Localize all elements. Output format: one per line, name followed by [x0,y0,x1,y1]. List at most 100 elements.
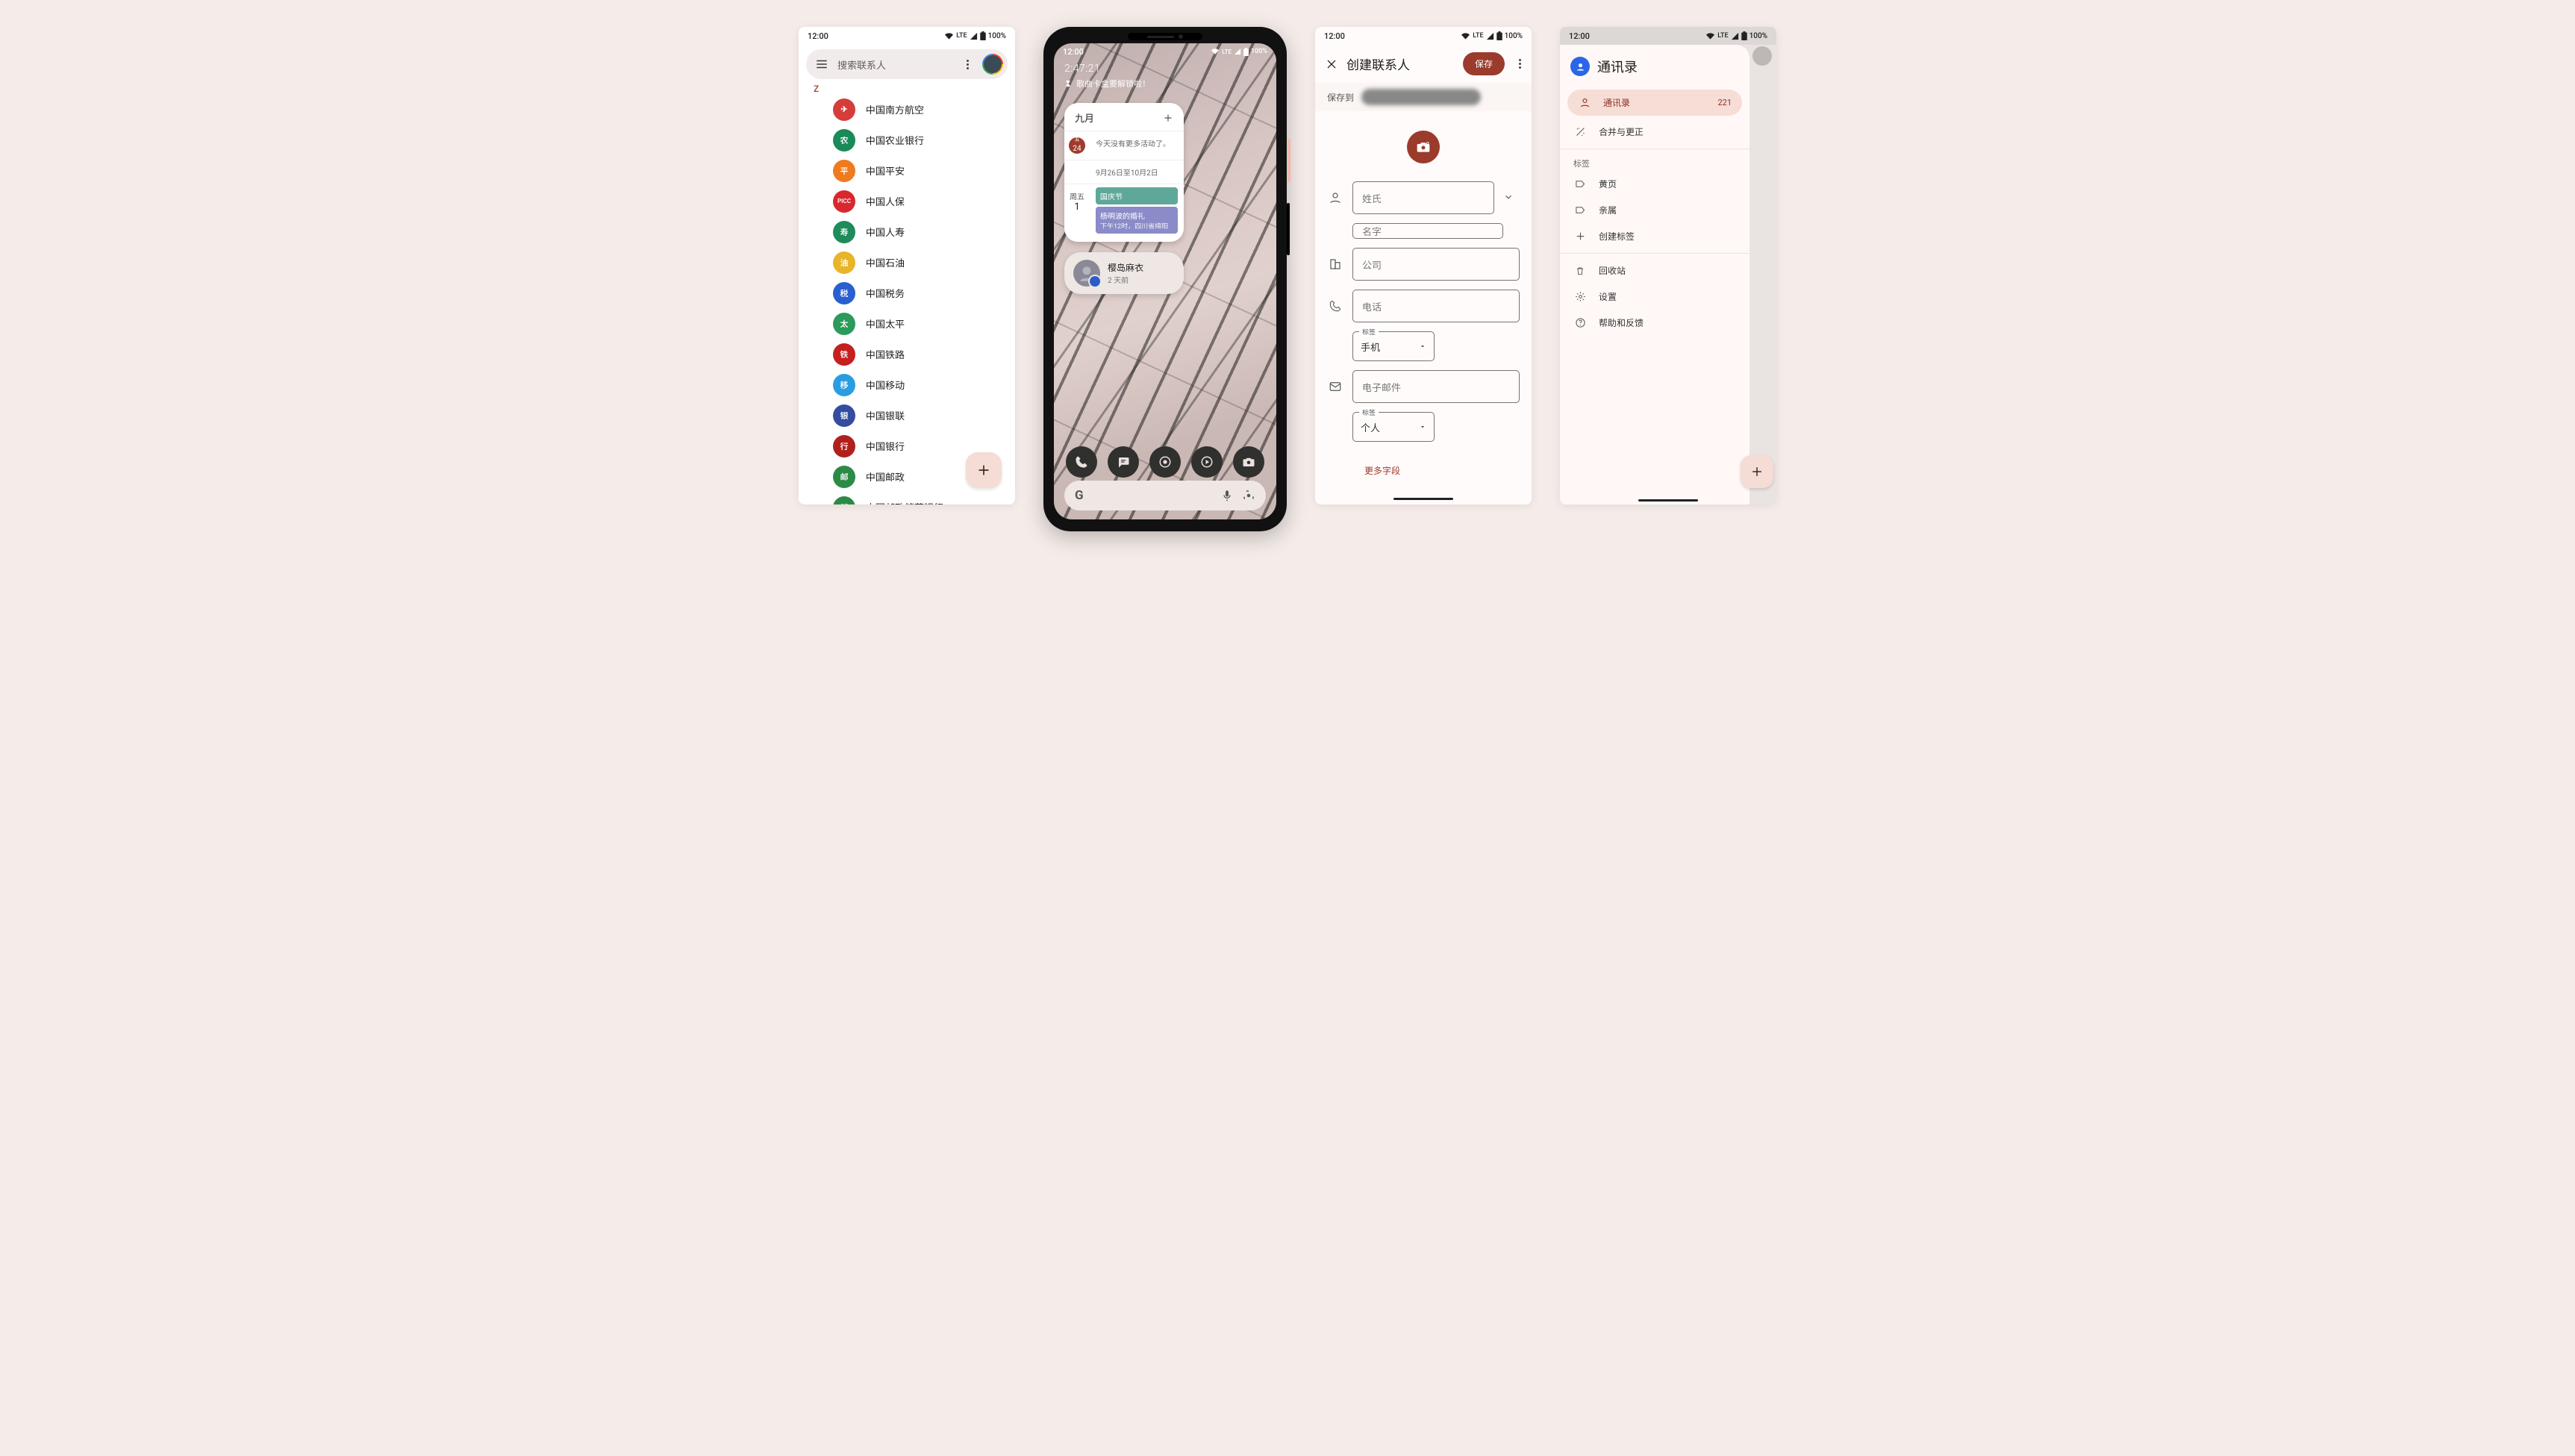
messages-widget[interactable]: 樱岛麻衣 2 天前 [1064,252,1184,294]
phone-field[interactable]: 电话 [1352,290,1520,322]
chrome-app-icon[interactable] [1149,446,1181,478]
account-avatar[interactable] [982,54,1003,75]
contact-row[interactable]: 寿中国人寿 [833,216,1015,247]
calendar-range: 9月26日至10月2日 [1096,160,1184,184]
plus-icon [1575,231,1586,242]
cal-fri-day: 1 [1064,201,1090,213]
save-to-label: 保存到 [1327,91,1354,104]
contact-logo: 银 [833,404,855,427]
contact-row[interactable]: PICC中国人保 [833,186,1015,216]
clock-widget[interactable]: 2:47:21 [1064,63,1266,75]
contact-name: 中国税务 [866,286,905,300]
calendar-month: 九月 [1075,110,1094,125]
more-icon[interactable] [961,60,973,69]
volume-button [1287,203,1290,255]
status-bar: 12:00 LTE 100% [1054,43,1276,60]
more-icon[interactable] [1514,59,1526,69]
phone-label-select[interactable]: 标签 手机 [1352,331,1435,361]
add-contact-fab[interactable] [966,452,1002,488]
plus-icon[interactable] [1163,113,1173,123]
battery-icon [980,31,986,40]
company-field[interactable]: 公司 [1352,248,1520,281]
mic-icon[interactable] [1221,490,1233,502]
signal-icon [1234,48,1241,55]
contact-name: 中国银行 [866,439,905,453]
drawer-row-merge[interactable]: 合并与更正 [1560,119,1750,145]
camera-app-icon[interactable] [1233,446,1264,478]
countdown-text: 歌曲卡盒要解锁啦！ [1076,78,1150,90]
email-field[interactable]: 电子邮件 [1352,370,1520,403]
contact-row[interactable]: 移中国移动 [833,369,1015,400]
contact-row[interactable]: 储中国邮政储蓄银行 [833,492,1015,504]
status-time: 12:00 [1324,31,1345,41]
drawer-row-settings[interactable]: 设置 [1560,284,1750,310]
wifi-icon [1461,32,1470,40]
surname-field[interactable]: 姓氏 [1352,181,1494,214]
drawer-row-help[interactable]: 帮助和反馈 [1560,310,1750,336]
contact-row[interactable]: 铁中国铁路 [833,339,1015,369]
email-label-select[interactable]: 标签 个人 [1352,412,1435,442]
more-fields-button[interactable]: 更多字段 [1364,464,1520,477]
calendar-widget[interactable]: 九月 五 24 今天没有更多活动了。 [1064,103,1184,242]
contact-row[interactable]: 油中国石油 [833,247,1015,278]
given-name-field[interactable]: 名字 [1352,223,1503,239]
contact-logo: ✈ [833,99,855,121]
calendar-today-text: 今天没有更多活动了。 [1096,131,1184,160]
calendar-event-2[interactable]: 杨明波的婚礼 下午12时，四川省绵阳 [1096,207,1178,234]
phone-icon [1329,300,1341,312]
search-placeholder: 搜索联系人 [837,57,952,72]
account-chip[interactable] [1361,89,1481,105]
contact-row[interactable]: 平中国平安 [833,155,1015,186]
person-icon [1329,191,1342,204]
drawer-row-trash[interactable]: 回收站 [1560,257,1750,284]
drawer-section-labels: 标签 [1560,153,1750,171]
contact-row[interactable]: 农中国农业银行 [833,125,1015,155]
add-photo-button[interactable] [1407,131,1440,163]
drawer-row-yellowpages[interactable]: 黄页 [1560,171,1750,197]
phone-app-icon[interactable] [1066,446,1097,478]
contact-row[interactable]: 税中国税务 [833,278,1015,308]
contact-name: 中国南方航空 [866,102,924,116]
contact-row[interactable]: 太中国太平 [833,308,1015,339]
battery-icon [1496,31,1502,40]
add-contact-fab[interactable] [1741,455,1773,488]
drawer-row-contacts[interactable]: 通讯录 221 [1567,90,1742,116]
messages-app-icon[interactable] [1108,446,1139,478]
lens-icon[interactable] [1242,489,1255,502]
calendar-event-1[interactable]: 国庆节 [1096,187,1178,204]
status-battery: 100% [1505,32,1523,40]
contact-logo: 寿 [833,221,855,243]
drawer-row-relatives[interactable]: 亲属 [1560,197,1750,223]
message-time: 2 天前 [1108,274,1143,285]
google-search-bar[interactable]: G [1064,481,1266,510]
contact-name: 中国农业银行 [866,133,924,147]
search-bar[interactable]: 搜索联系人 [806,49,1008,79]
countdown-widget[interactable]: 歌曲卡盒要解锁啦！ [1064,78,1266,90]
contact-name: 中国人寿 [866,225,905,239]
save-to-row[interactable]: 保存到 [1315,83,1532,111]
dock [1054,446,1276,478]
contact-row[interactable]: ✈ 中国南方航空 [833,94,1015,125]
contacts-list-screen: 12:00 LTE 100% 搜索联系人 Z ✈中国南方航空农中国农业银行平中国… [799,27,1015,504]
contact-name: 中国太平 [866,316,905,331]
contact-row[interactable]: 银中国银联 [833,400,1015,431]
cal-fri-wk: 周五 [1064,190,1090,201]
menu-icon[interactable] [815,57,828,71]
contact-logo: 邮 [833,466,855,488]
play-app-icon[interactable] [1191,446,1223,478]
contacts-count: 221 [1717,98,1732,107]
message-name: 樱岛麻衣 [1108,261,1143,274]
drawer-row-create-label[interactable]: 创建标签 [1560,223,1750,249]
status-net: LTE [1473,32,1483,40]
status-battery: 100% [1251,48,1267,55]
expand-name-icon[interactable] [1503,191,1520,205]
navigation-drawer: 通讯录 通讯录 221 合并与更正 标签 黄页 亲属 [1560,45,1750,504]
help-icon [1575,317,1586,328]
calendar-today-badge: 五 24 [1069,137,1085,154]
contacts-list[interactable]: Z ✈中国南方航空农中国农业银行平中国平安PICC中国人保寿中国人寿油中国石油税… [799,81,1015,504]
contact-logo: 行 [833,435,855,457]
save-button[interactable]: 保存 [1463,52,1505,75]
contact-name: 中国铁路 [866,347,905,361]
close-icon[interactable] [1326,58,1338,70]
home-screen-device: 12:00 LTE 100% 2:47:21 歌曲卡盒要解锁啦！ 九月 [1043,27,1287,531]
